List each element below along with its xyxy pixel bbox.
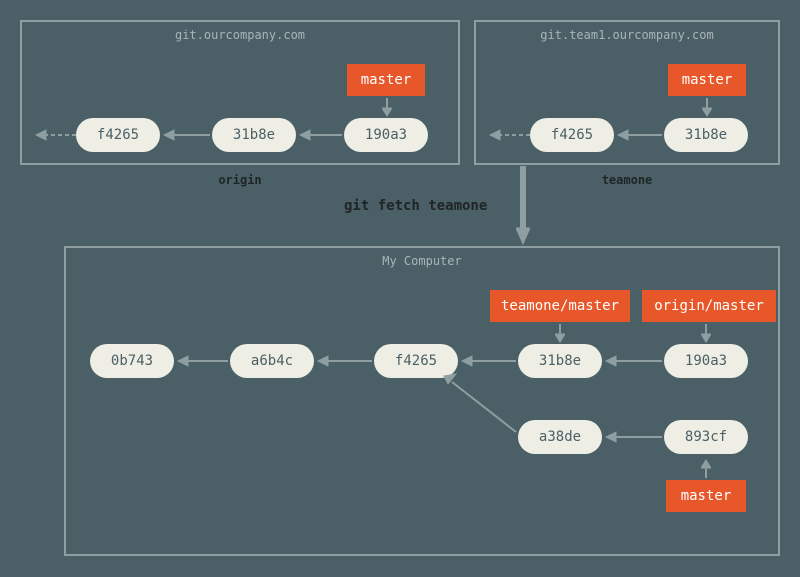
fetch-arrow-icon [516, 166, 530, 246]
commit-node: a6b4c [230, 344, 314, 378]
arrow-icon [702, 98, 712, 118]
arrow-icon [316, 355, 372, 367]
arrow-icon [701, 324, 711, 344]
commit-node: f4265 [530, 118, 614, 152]
local-master-ref: master [666, 480, 746, 512]
arrow-icon [488, 129, 530, 141]
commit-node: 31b8e [212, 118, 296, 152]
arrow-icon [555, 324, 565, 344]
local-computer-title: My Computer [66, 254, 778, 268]
local-computer-box: My Computer teamone/master origin/master… [64, 246, 780, 556]
commit-node: 31b8e [664, 118, 748, 152]
teamone-master-ref: master [668, 64, 746, 96]
arrow-icon [176, 355, 228, 367]
origin-caption: origin [22, 173, 458, 187]
commit-node: 190a3 [344, 118, 428, 152]
arrow-icon [34, 129, 76, 141]
teamone-master-tracking-ref: teamone/master [490, 290, 630, 322]
fetch-command-label: git fetch teamone [344, 198, 487, 214]
commit-node: 0b743 [90, 344, 174, 378]
arrow-icon [162, 129, 210, 141]
arrow-icon [604, 431, 662, 443]
origin-master-tracking-ref: origin/master [642, 290, 776, 322]
commit-node: 31b8e [518, 344, 602, 378]
origin-master-ref: master [347, 64, 425, 96]
arrow-icon [460, 355, 516, 367]
arrow-icon [604, 355, 662, 367]
arrow-icon [298, 129, 342, 141]
teamone-server-box: git.team1.ourcompany.com master f4265 31… [474, 20, 780, 165]
branch-arrow-icon [438, 370, 518, 436]
commit-node: f4265 [76, 118, 160, 152]
origin-server-url: git.ourcompany.com [22, 28, 458, 42]
origin-server-box: git.ourcompany.com master f4265 31b8e 19… [20, 20, 460, 165]
commit-node: 893cf [664, 420, 748, 454]
commit-node: 190a3 [664, 344, 748, 378]
teamone-server-url: git.team1.ourcompany.com [476, 28, 778, 42]
arrow-icon [616, 129, 662, 141]
arrow-icon [701, 458, 711, 478]
commit-node: a38de [518, 420, 602, 454]
arrow-icon [382, 98, 392, 118]
